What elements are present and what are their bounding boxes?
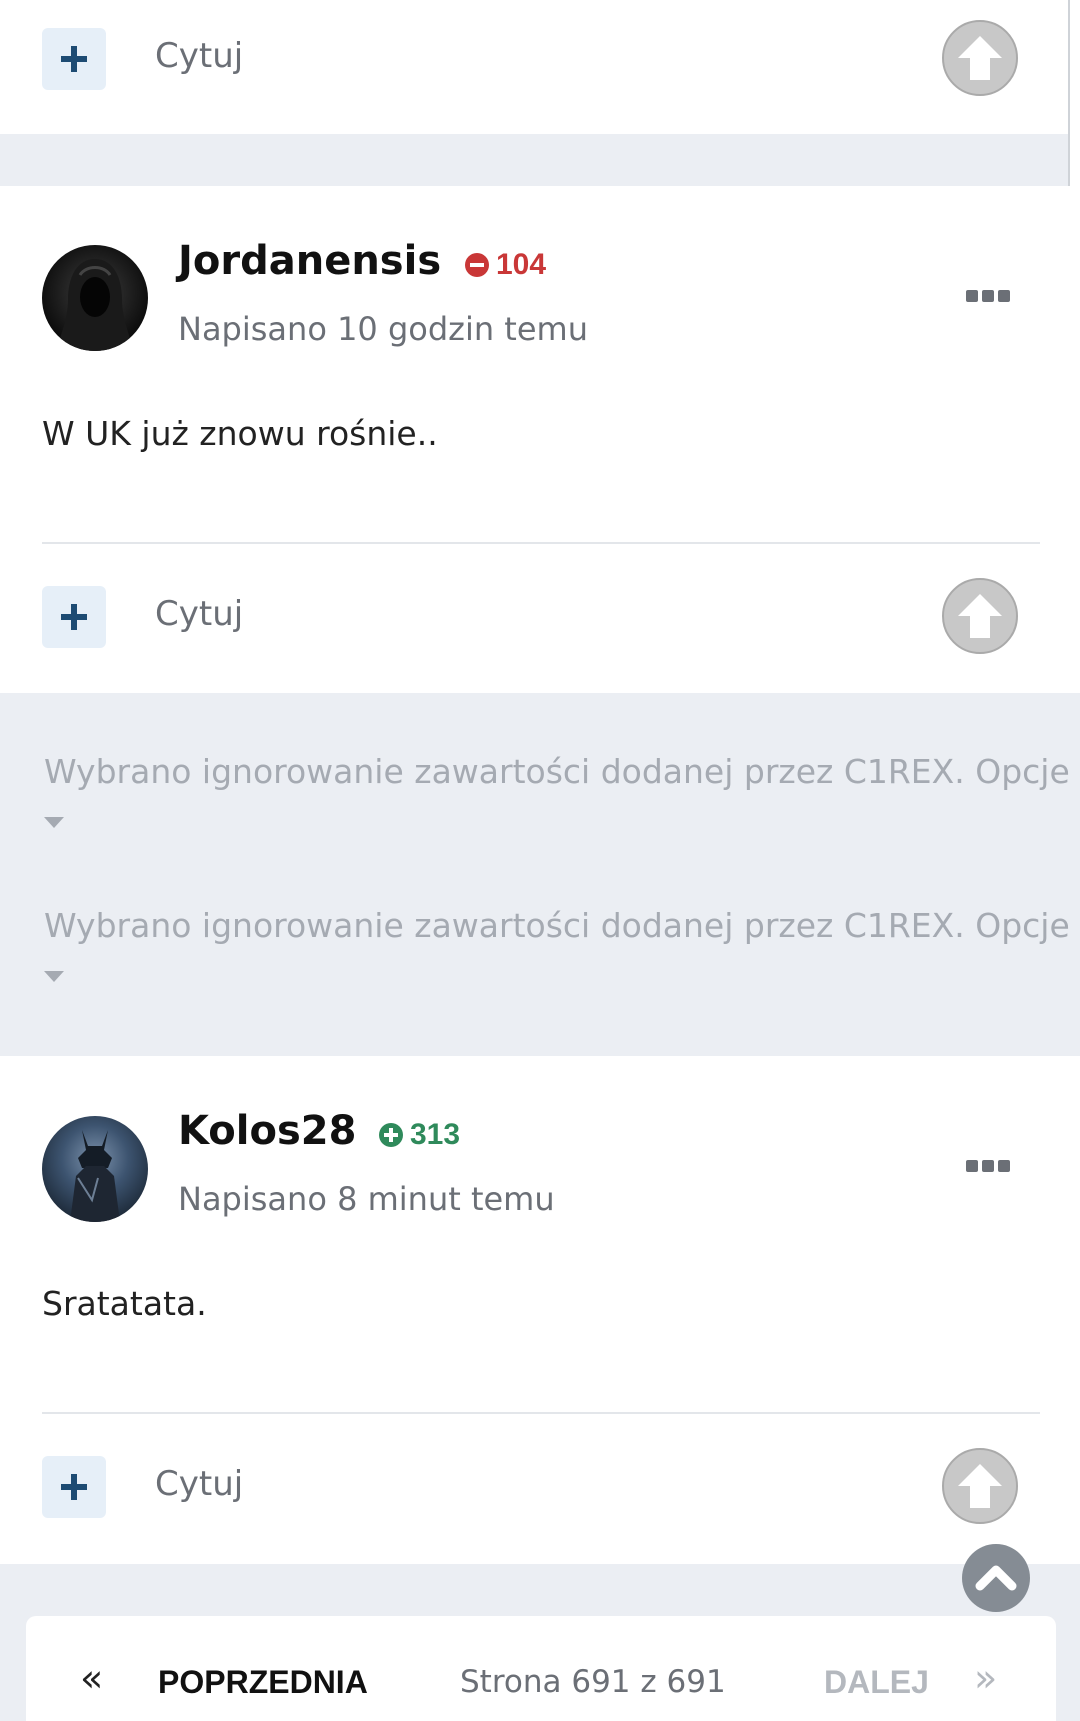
upvote-button[interactable] xyxy=(942,578,1018,654)
arrow-up-icon xyxy=(958,594,1002,638)
post-timestamp[interactable]: Napisano 10 godzin temu xyxy=(178,310,588,348)
quote-button[interactable]: Cytuj xyxy=(155,36,243,76)
post-action-bar: Cytuj xyxy=(0,558,1080,676)
plus-icon xyxy=(61,46,87,72)
pagination: « POPRZEDNIA Strona 691 z 691 DALEJ » xyxy=(26,1616,1056,1721)
username[interactable]: Kolos28 xyxy=(178,1108,356,1154)
scroll-to-top-button[interactable] xyxy=(962,1544,1030,1612)
post-action-bar: Cytuj xyxy=(0,0,1080,118)
add-reaction-button[interactable] xyxy=(42,1456,106,1518)
arrow-up-icon xyxy=(958,36,1002,80)
post-content: Sratatata. xyxy=(42,1284,207,1323)
post: Jordanensis 104 Napisano 10 godzin temu … xyxy=(0,186,1080,693)
previous-page-button[interactable]: POPRZEDNIA xyxy=(158,1664,368,1701)
avatar-image-icon xyxy=(70,1130,120,1222)
post-action-bar: Cytuj xyxy=(0,1428,1080,1546)
plus-icon xyxy=(61,604,87,630)
post-timestamp[interactable]: Napisano 8 minut temu xyxy=(178,1180,555,1218)
more-options-icon[interactable] xyxy=(966,1160,1010,1176)
divider xyxy=(42,542,1040,544)
upvote-button[interactable] xyxy=(942,1448,1018,1524)
ignored-content-notice[interactable]: Wybrano ignorowanie zawartości dodanej p… xyxy=(44,906,1074,945)
reputation-badge: 104 xyxy=(464,248,546,282)
avatar[interactable] xyxy=(42,1116,148,1222)
post: Kolos28 313 Napisano 8 minut temu Sratat… xyxy=(0,1056,1080,1564)
caret-down-icon[interactable] xyxy=(44,971,64,982)
reputation-count: 313 xyxy=(410,1118,461,1151)
avatar-image-icon xyxy=(56,259,134,351)
minus-circle-icon xyxy=(465,253,489,277)
plus-icon xyxy=(61,1474,87,1500)
add-reaction-button[interactable] xyxy=(42,28,106,90)
username[interactable]: Jordanensis xyxy=(178,238,441,284)
upvote-button[interactable] xyxy=(942,20,1018,96)
avatar[interactable] xyxy=(42,245,148,351)
more-options-icon[interactable] xyxy=(966,290,1010,306)
previous-post-panel: Cytuj xyxy=(0,0,1080,134)
next-page-button: DALEJ xyxy=(824,1664,929,1700)
page-indicator[interactable]: Strona 691 z 691 xyxy=(460,1664,726,1700)
double-chevron-left-icon[interactable]: « xyxy=(80,1656,103,1700)
add-reaction-button[interactable] xyxy=(42,586,106,648)
plus-circle-icon xyxy=(379,1123,403,1147)
caret-down-icon[interactable] xyxy=(44,817,64,828)
post-content: W UK już znowu rośnie.. xyxy=(42,414,438,453)
quote-button[interactable]: Cytuj xyxy=(155,1464,243,1504)
divider xyxy=(42,1412,1040,1414)
arrow-up-icon xyxy=(958,1464,1002,1508)
quote-button[interactable]: Cytuj xyxy=(155,594,243,634)
ignored-content-notice[interactable]: Wybrano ignorowanie zawartości dodanej p… xyxy=(44,752,1074,791)
double-chevron-right-icon: » xyxy=(974,1656,998,1700)
reputation-count: 104 xyxy=(496,248,547,281)
chevron-up-icon xyxy=(975,1565,1017,1591)
reputation-badge: 313 xyxy=(378,1118,460,1152)
